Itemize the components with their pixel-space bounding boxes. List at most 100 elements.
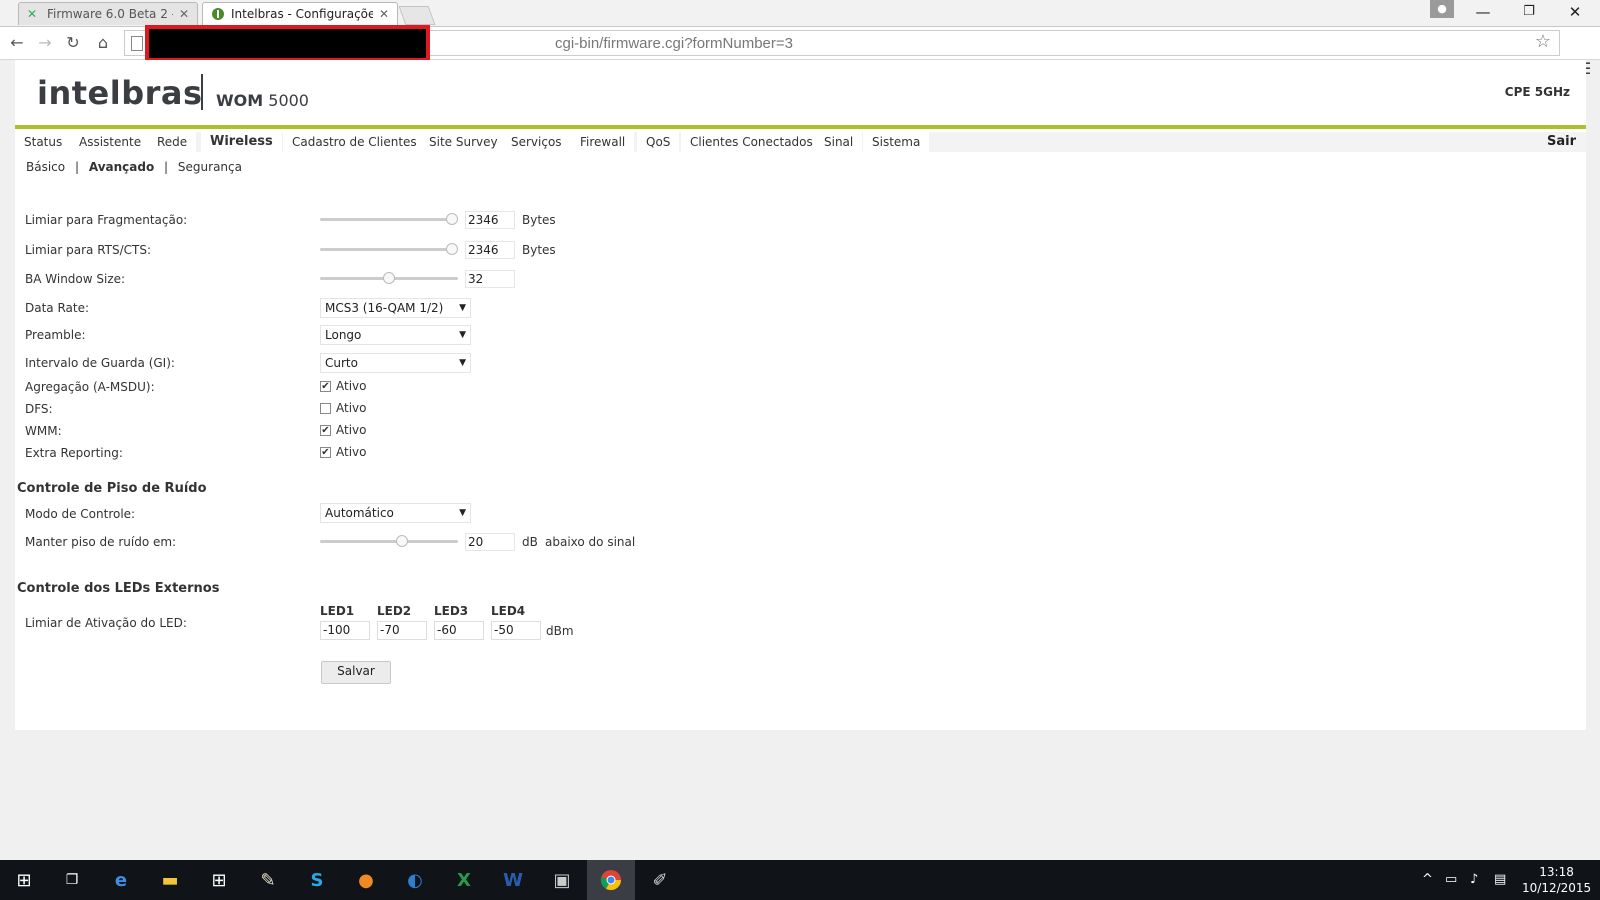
- led2-header: LED2: [377, 604, 412, 618]
- wmm-check-box[interactable]: ✔: [320, 424, 331, 436]
- subnav-seguranca[interactable]: Segurança: [178, 160, 242, 174]
- rts-input[interactable]: 2346: [465, 241, 515, 259]
- frag-slider[interactable]: [320, 213, 458, 225]
- excel-icon[interactable]: X: [440, 860, 488, 900]
- firefox-icon[interactable]: ●: [342, 860, 390, 900]
- amsdu-checkbox[interactable]: ✔ Ativo: [320, 379, 366, 393]
- product-name: WOM: [216, 91, 264, 110]
- wmm-option: Ativo: [336, 423, 367, 437]
- noise-floor-input[interactable]: 20: [465, 533, 515, 551]
- extra-reporting-label: Extra Reporting:: [25, 446, 123, 460]
- data-rate-select[interactable]: MCS3 (16-QAM 1/2) ▼: [320, 298, 471, 318]
- amsdu-check-box[interactable]: ✔: [320, 380, 331, 392]
- phone-app-icon[interactable]: ◐: [391, 860, 439, 900]
- redacted-address: [145, 25, 430, 62]
- wmm-checkbox[interactable]: ✔ Ativo: [320, 423, 366, 437]
- user-profile-icon[interactable]: ●: [1430, 0, 1454, 18]
- word-icon[interactable]: W: [489, 860, 537, 900]
- noise-floor-slider[interactable]: [320, 535, 458, 547]
- task-view-icon[interactable]: ❐: [48, 860, 96, 900]
- ba-input[interactable]: 32: [465, 270, 515, 288]
- dropdown-arrow-icon: ▼: [459, 358, 466, 368]
- close-tab-icon[interactable]: ✕: [179, 7, 189, 21]
- subnav-separator: |: [74, 160, 79, 174]
- program-icon[interactable]: ▣: [538, 860, 586, 900]
- new-tab-button[interactable]: [398, 6, 436, 25]
- rts-unit: Bytes: [522, 243, 556, 257]
- nav-site-survey[interactable]: Site Survey: [420, 132, 507, 152]
- windows-start-icon[interactable]: ⊞: [0, 860, 48, 900]
- address-url[interactable]: cgi-bin/firmware.cgi?formNumber=3: [555, 35, 793, 52]
- intelbras-favicon-icon: [211, 7, 225, 21]
- dropdown-arrow-icon: ▼: [459, 508, 466, 518]
- reload-icon[interactable]: ↻: [62, 32, 84, 54]
- tools-icon: ✕: [27, 7, 38, 21]
- preamble-select[interactable]: Longo ▼: [320, 325, 471, 345]
- product-title: WOM 5000: [216, 91, 309, 110]
- noise-mode-select[interactable]: Automático ▼: [320, 503, 471, 523]
- home-icon[interactable]: ⌂: [92, 32, 114, 54]
- noise-mode-label: Modo de Controle:: [25, 507, 136, 521]
- noise-floor-unit: dB: [522, 535, 538, 549]
- extra-reporting-check-box[interactable]: ✔: [320, 446, 331, 458]
- nav-firewall[interactable]: Firewall: [571, 132, 635, 152]
- nav-qos[interactable]: QoS: [637, 132, 680, 152]
- led3-input[interactable]: -60: [434, 621, 484, 640]
- frag-input[interactable]: 2346: [465, 211, 515, 229]
- bookmark-star-icon[interactable]: ☆: [1535, 31, 1551, 52]
- browser-tab-firmware[interactable]: ✕ Firmware 6.0 Beta 2 - WOM ✕: [18, 2, 198, 25]
- taskbar-clock[interactable]: 13:18 10/12/2015: [1522, 864, 1591, 896]
- internet-explorer-icon[interactable]: e: [97, 860, 145, 900]
- volume-icon[interactable]: ♪: [1470, 860, 1478, 900]
- close-window-icon[interactable]: ✕: [1552, 0, 1598, 26]
- nav-sistema[interactable]: Sistema: [863, 132, 930, 152]
- minimize-icon[interactable]: —: [1460, 0, 1506, 26]
- skype-icon[interactable]: S: [293, 860, 341, 900]
- ba-slider[interactable]: [320, 272, 458, 284]
- noise-floor-slider-thumb[interactable]: [395, 535, 408, 547]
- nav-assistente[interactable]: Assistente: [70, 132, 151, 152]
- browser-tab-intelbras[interactable]: Intelbras - Configurações ✕: [202, 2, 398, 25]
- nav-wireless[interactable]: Wireless: [201, 132, 282, 152]
- back-icon[interactable]: ←: [6, 32, 28, 54]
- led2-input[interactable]: -70: [377, 621, 427, 640]
- noise-floor-suffix: abaixo do sinal: [545, 535, 636, 549]
- nav-status[interactable]: Status: [15, 132, 72, 152]
- ba-slider-thumb[interactable]: [383, 272, 395, 284]
- dfs-checkbox[interactable]: Ativo: [320, 401, 366, 415]
- logout-link[interactable]: Sair: [1547, 132, 1576, 152]
- nav-cadastro-clientes[interactable]: Cadastro de Clientes: [283, 132, 426, 152]
- rts-slider[interactable]: [320, 243, 458, 255]
- dfs-label: DFS:: [25, 402, 53, 416]
- nav-sinal[interactable]: Sinal: [815, 132, 863, 152]
- nav-rede[interactable]: Rede: [148, 132, 197, 152]
- rts-slider-thumb[interactable]: [446, 243, 458, 255]
- subnav-avancado[interactable]: Avançado: [89, 160, 154, 174]
- file-explorer-icon[interactable]: ▬: [146, 860, 194, 900]
- forward-icon[interactable]: →: [34, 32, 56, 54]
- paint-icon[interactable]: ✐: [636, 860, 684, 900]
- action-center-icon[interactable]: ▤: [1494, 860, 1506, 900]
- dfs-check-box[interactable]: [320, 402, 331, 414]
- tab-title: Firmware 6.0 Beta 2 - WOM: [47, 7, 173, 21]
- restore-icon[interactable]: ❐: [1506, 0, 1552, 26]
- frag-slider-thumb[interactable]: [446, 213, 458, 225]
- subnav-basico[interactable]: Básico: [26, 160, 65, 174]
- led1-input[interactable]: -100: [320, 621, 370, 640]
- store-icon[interactable]: ⊞: [195, 860, 243, 900]
- led-unit: dBm: [546, 624, 574, 638]
- led4-input[interactable]: -50: [491, 621, 541, 640]
- extra-reporting-checkbox[interactable]: ✔ Ativo: [320, 445, 366, 459]
- clock-date: 10/12/2015: [1522, 881, 1592, 895]
- ba-label: BA Window Size:: [25, 272, 126, 286]
- close-tab-icon[interactable]: ✕: [379, 7, 389, 21]
- nav-servicos[interactable]: Serviços: [502, 132, 571, 152]
- notepad-icon[interactable]: ✎: [244, 860, 292, 900]
- save-button[interactable]: Salvar: [321, 661, 391, 684]
- nav-clientes-conectados[interactable]: Clientes Conectados: [681, 132, 822, 152]
- gi-select[interactable]: Curto ▼: [320, 353, 471, 373]
- tray-chevron-icon[interactable]: ^: [1422, 860, 1433, 900]
- page-header: intelbras WOM 5000 CPE 5GHz: [15, 60, 1586, 125]
- network-icon[interactable]: ▭: [1445, 860, 1457, 900]
- chrome-icon[interactable]: [587, 860, 635, 900]
